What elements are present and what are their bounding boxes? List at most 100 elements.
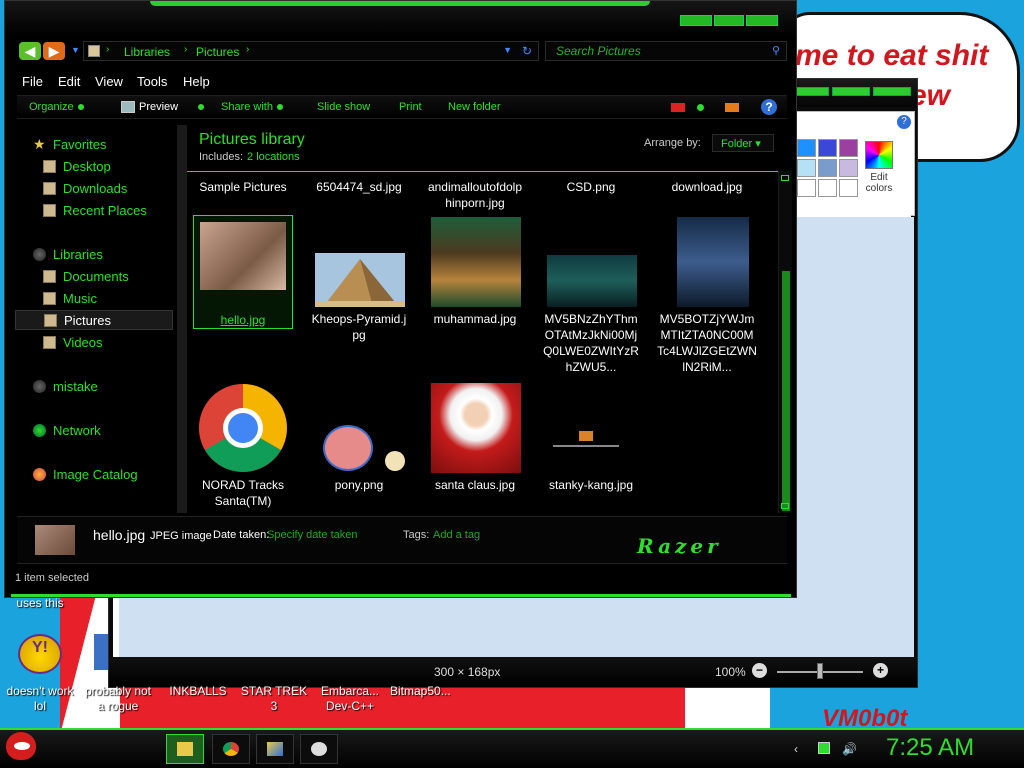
paint-maximize-button[interactable] <box>832 87 870 96</box>
zoom-out-button[interactable]: − <box>752 663 767 678</box>
edit-colors-button[interactable]: Edit colors <box>859 141 899 194</box>
menu-view[interactable]: View <box>95 74 123 89</box>
desktop-icon-label[interactable]: INKBALLS <box>160 684 236 699</box>
color-swatch[interactable] <box>818 159 837 177</box>
nav-desktop[interactable]: Desktop <box>15 157 173 177</box>
help-icon[interactable]: ? <box>761 99 777 115</box>
file-item-selected[interactable]: hello.jpg <box>193 215 293 329</box>
yahoo-messenger-icon[interactable]: Y! <box>18 634 62 674</box>
nav-documents[interactable]: Documents <box>15 267 173 287</box>
color-swatch[interactable] <box>797 179 816 197</box>
preview-button[interactable]: Preview <box>139 101 205 113</box>
refresh-icon[interactable]: ↻ <box>522 44 532 58</box>
nav-downloads[interactable]: Downloads <box>15 179 173 199</box>
file-item[interactable]: 6504474_sd.jpg <box>309 179 409 195</box>
close-button[interactable] <box>746 15 778 26</box>
desktop-icon-label[interactable]: uses this <box>10 596 70 611</box>
nav-mistake[interactable]: mistake <box>15 377 173 397</box>
file-item[interactable]: stanky-kang.jpg <box>541 381 641 493</box>
file-item[interactable]: pony.png <box>309 381 409 493</box>
nav-recent-places[interactable]: Recent Places <box>15 201 173 221</box>
color-swatch[interactable] <box>839 179 858 197</box>
breadcrumb-libraries[interactable]: Libraries <box>124 45 170 59</box>
nav-network[interactable]: Network <box>15 421 173 441</box>
color-swatch[interactable] <box>797 139 816 157</box>
taskbar-app-button[interactable] <box>256 734 294 764</box>
file-item[interactable]: andimalloutofdolphinporn.jpg <box>425 179 525 211</box>
file-item[interactable]: download.jpg <box>657 179 757 195</box>
breadcrumb-separator-icon[interactable]: › <box>184 44 187 55</box>
file-item[interactable]: MV5BOTZjYWJmMTItZTA0NC00MTc4LWJlZGEtZWNl… <box>657 215 757 375</box>
paint-help-icon[interactable]: ? <box>897 115 911 129</box>
desktop-icon-label[interactable]: Embarca... Dev-C++ <box>312 684 388 714</box>
address-dropdown-icon[interactable]: ▼ <box>503 45 512 55</box>
file-item[interactable]: CSD.png <box>541 179 641 195</box>
slide-show-button[interactable]: Slide show <box>317 101 370 113</box>
breadcrumb-separator-icon[interactable]: › <box>246 44 249 55</box>
start-button[interactable] <box>0 730 44 768</box>
organize-button[interactable]: Organize <box>29 101 84 113</box>
volume-icon[interactable]: 🔊 <box>842 742 857 756</box>
maximize-button[interactable] <box>714 15 744 26</box>
paint-close-button[interactable] <box>873 87 911 96</box>
tags-field[interactable]: Add a tag <box>433 529 480 541</box>
breadcrumb-separator-icon[interactable]: › <box>106 44 109 55</box>
back-button[interactable]: ◀ <box>19 42 41 60</box>
print-button[interactable]: Print <box>399 101 422 113</box>
file-item[interactable]: Kheops-Pyramid.jpg <box>309 215 409 343</box>
nav-videos[interactable]: Videos <box>15 333 173 353</box>
file-item[interactable]: MV5BNzZhYThmOTAtMzJkNi00MjQ0LWE0ZWItYzRh… <box>541 215 641 375</box>
menu-help[interactable]: Help <box>183 74 210 89</box>
explorer-titlebar[interactable] <box>5 1 796 37</box>
share-with-button[interactable]: Share with <box>221 101 283 113</box>
network-tray-icon[interactable] <box>818 742 830 754</box>
color-swatch[interactable] <box>818 139 837 157</box>
includes-locations-link[interactable]: 2 locations <box>247 151 300 163</box>
search-input[interactable] <box>546 42 786 60</box>
view-options-dot-icon[interactable] <box>697 104 704 111</box>
recent-pages-dropdown[interactable]: ▼ <box>71 45 80 55</box>
file-list-pane[interactable]: Pictures library Includes: 2 locations Ar… <box>177 125 792 513</box>
scroll-down-icon[interactable] <box>781 503 789 509</box>
taskbar-paint-button[interactable] <box>300 734 338 764</box>
nav-music[interactable]: Music <box>15 289 173 309</box>
desktop-icon-label[interactable]: STAR TREK 3 <box>236 684 312 714</box>
arrange-by-dropdown[interactable]: Folder ▾ <box>712 134 774 152</box>
show-hidden-icons[interactable]: ‹ <box>794 742 798 756</box>
color-swatch[interactable] <box>797 159 816 177</box>
file-item-sample-pictures[interactable]: Sample Pictures <box>193 179 293 195</box>
document-icon[interactable] <box>94 634 108 670</box>
file-item[interactable]: muhammad.jpg <box>425 215 525 327</box>
scrollbar-thumb[interactable] <box>782 271 790 511</box>
desktop-icon-label[interactable]: Bitmap50... <box>390 684 466 699</box>
zoom-slider-thumb[interactable] <box>817 663 823 679</box>
nav-favorites[interactable]: ★ Favorites <box>15 135 173 155</box>
nav-libraries[interactable]: Libraries <box>15 245 173 265</box>
desktop-icon-label[interactable]: probably not a rogue <box>80 684 156 714</box>
file-item[interactable]: NORAD Tracks Santa(TM) <box>193 381 293 509</box>
change-view-icon[interactable] <box>671 103 685 112</box>
preview-pane-icon[interactable] <box>725 103 739 112</box>
color-swatch[interactable] <box>839 159 858 177</box>
date-taken-field[interactable]: Specify date taken <box>267 529 358 541</box>
new-folder-button[interactable]: New folder <box>448 101 501 113</box>
desktop-icon-label[interactable]: doesn't work lol <box>2 684 78 714</box>
menu-tools[interactable]: Tools <box>137 74 167 89</box>
address-bar[interactable]: › Libraries › Pictures › ▼ ↻ <box>83 41 539 61</box>
color-swatch[interactable] <box>839 139 858 157</box>
vertical-scrollbar[interactable] <box>778 171 792 513</box>
menu-edit[interactable]: Edit <box>58 74 80 89</box>
search-icon[interactable]: ⚲ <box>772 44 780 57</box>
explorer-window[interactable]: ◀ ▶ ▼ › Libraries › Pictures › ▼ ↻ ⚲ Fil… <box>4 0 797 598</box>
minimize-button[interactable] <box>680 15 712 26</box>
taskbar-chrome-button[interactable] <box>212 734 250 764</box>
color-swatch[interactable] <box>818 179 837 197</box>
zoom-in-button[interactable]: + <box>873 663 888 678</box>
file-item[interactable]: santa claus.jpg <box>425 381 525 493</box>
menu-file[interactable]: File <box>22 74 43 89</box>
scroll-up-icon[interactable] <box>781 175 789 181</box>
search-box[interactable]: ⚲ <box>545 41 787 61</box>
system-clock[interactable]: 7:25 AM <box>886 734 974 762</box>
taskbar-explorer-button[interactable] <box>166 734 204 764</box>
breadcrumb-pictures[interactable]: Pictures <box>196 45 239 59</box>
